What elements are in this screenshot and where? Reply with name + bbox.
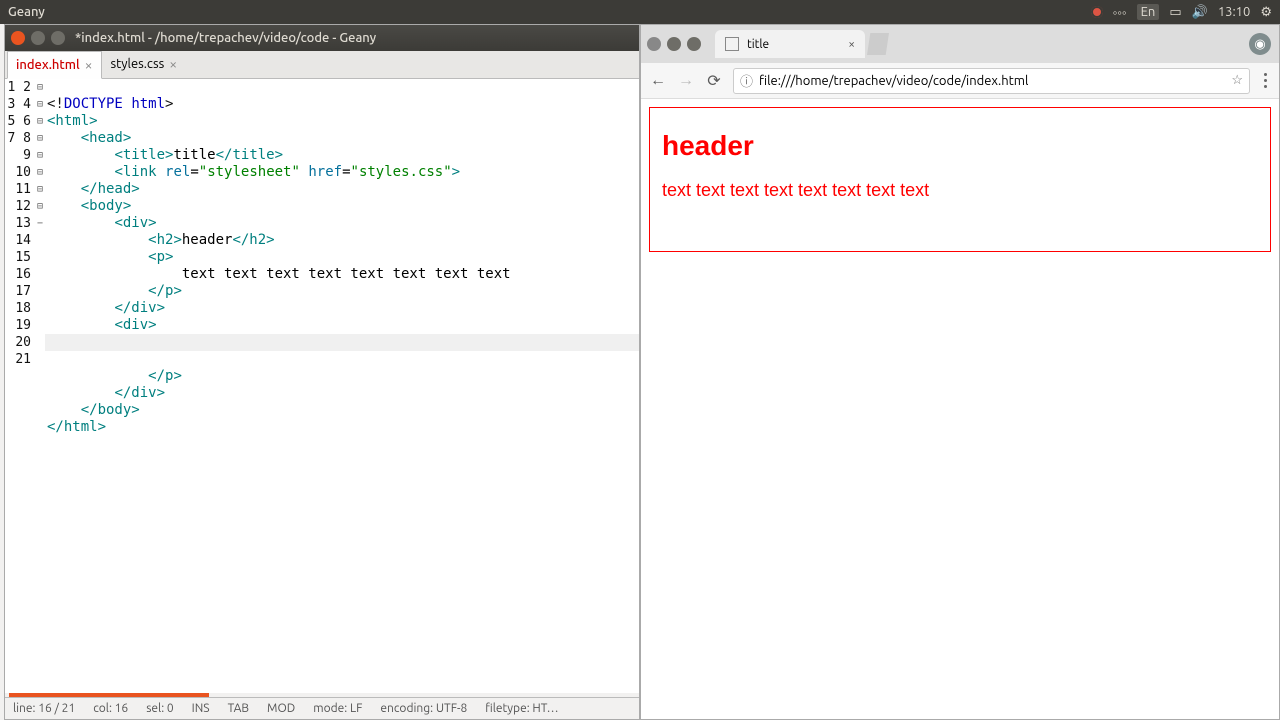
tab-index-html[interactable]: index.html × <box>7 51 102 79</box>
browser-viewport: header text text text text text text tex… <box>641 99 1279 719</box>
url-bar[interactable]: ⓘ file:///home/trepachev/video/code/inde… <box>733 68 1250 94</box>
battery-icon[interactable]: ▭ <box>1169 5 1181 20</box>
page-box: header text text text text text text tex… <box>649 107 1271 252</box>
url-text: file:///home/trepachev/video/code/index.… <box>759 74 1028 88</box>
tab-label: styles.css <box>111 57 165 71</box>
browser-menu-button[interactable] <box>1260 69 1271 92</box>
system-menubar: Geany ◦◦◦ En ▭ 🔊 13:10 ⚙ <box>0 0 1280 24</box>
window-title: *index.html - /home/trepachev/video/code… <box>75 31 376 45</box>
window-close-icon[interactable] <box>647 37 661 51</box>
close-icon[interactable]: × <box>85 57 93 73</box>
system-tray: ◦◦◦ En ▭ 🔊 13:10 ⚙ <box>1091 4 1272 20</box>
geany-window: *index.html - /home/trepachev/video/code… <box>4 24 640 720</box>
volume-icon[interactable]: 🔊 <box>1192 5 1208 20</box>
new-tab-button[interactable] <box>867 33 889 55</box>
close-icon[interactable]: × <box>848 38 855 51</box>
window-maximize-icon[interactable] <box>51 31 65 45</box>
app-name: Geany <box>8 5 45 19</box>
window-minimize-icon[interactable] <box>31 31 45 45</box>
tab-title: title <box>747 38 769 51</box>
record-icon[interactable] <box>1091 6 1103 18</box>
browser-toolbar: ← → ⟳ ⓘ file:///home/trepachev/video/cod… <box>641 63 1279 99</box>
back-button[interactable]: ← <box>649 71 667 90</box>
status-tab: TAB <box>228 702 249 715</box>
profile-icon[interactable]: ◉ <box>1249 33 1271 55</box>
wifi-icon[interactable]: ◦◦◦ <box>1113 5 1127 20</box>
favicon-icon <box>725 37 739 51</box>
reload-button[interactable]: ⟳ <box>705 71 723 90</box>
window-minimize-icon[interactable] <box>667 37 681 51</box>
page-header: header <box>662 130 1258 162</box>
info-icon[interactable]: ⓘ <box>740 71 753 90</box>
browser-tab[interactable]: title × <box>715 30 865 58</box>
code-editor[interactable]: 1 2 3 4 5 6 7 8 9 10 11 12 13 14 15 16 1… <box>5 79 639 693</box>
tab-styles-css[interactable]: styles.css × <box>102 50 187 78</box>
clock: 13:10 <box>1218 5 1251 19</box>
status-col: col: 16 <box>93 702 128 715</box>
page-paragraph: text text text text text text text text <box>662 180 1258 201</box>
window-close-icon[interactable] <box>11 31 25 45</box>
close-icon[interactable]: × <box>169 56 177 72</box>
forward-button[interactable]: → <box>677 71 695 90</box>
code-area[interactable]: <!DOCTYPE html> <html> <head> <title>tit… <box>45 79 639 693</box>
status-mode: mode: LF <box>313 702 362 715</box>
status-mod: MOD <box>267 702 295 715</box>
tab-label: index.html <box>16 58 80 72</box>
geany-titlebar: *index.html - /home/trepachev/video/code… <box>5 25 639 51</box>
status-filetype: filetype: HT… <box>485 702 558 715</box>
browser-tabbar: title × ◉ <box>641 25 1279 63</box>
status-encoding: encoding: UTF-8 <box>380 702 467 715</box>
status-line: line: 16 / 21 <box>13 702 75 715</box>
status-ins: INS <box>192 702 210 715</box>
editor-tabs: index.html × styles.css × <box>5 51 639 79</box>
statusbar: line: 16 / 21 col: 16 sel: 0 INS TAB MOD… <box>5 697 639 719</box>
bookmark-icon[interactable]: ☆ <box>1231 73 1243 88</box>
line-numbers: 1 2 3 4 5 6 7 8 9 10 11 12 13 14 15 16 1… <box>5 79 35 693</box>
session-icon[interactable]: ⚙ <box>1260 5 1272 20</box>
browser-window: title × ◉ ← → ⟳ ⓘ file:///home/trepachev… <box>640 24 1280 720</box>
keyboard-lang[interactable]: En <box>1137 4 1160 20</box>
window-maximize-icon[interactable] <box>687 37 701 51</box>
fold-column[interactable]: ⊟ ⊟ ⊟ ⊟ ⊟ ⊟ ⊟ ⊟ − <box>35 79 45 693</box>
status-sel: sel: 0 <box>146 702 173 715</box>
